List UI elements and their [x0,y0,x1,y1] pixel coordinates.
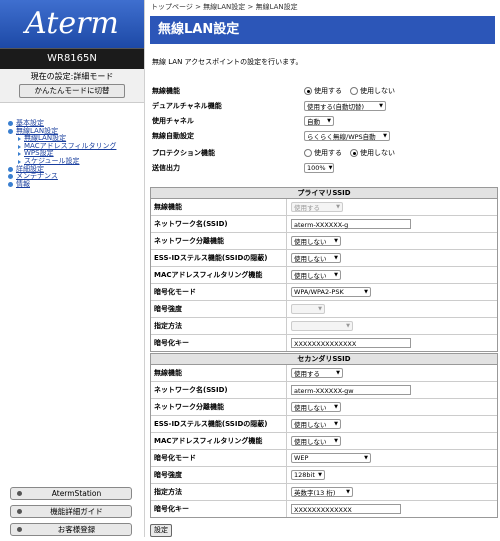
dual-channel-row: デュアルチャネル機能 使用する(自動切替) ▼ [152,99,497,113]
dropdown-arrow-icon: ▼ [334,438,338,444]
wireless-function-row: 無線機能 使用する 使用しない [152,87,395,95]
model-name: WR8165N [0,48,144,69]
channel-row: 使用チャネル 自動 ▼ [152,114,497,128]
primary-ssid-header: プライマリSSID [151,188,497,199]
circle-bullet-icon [8,128,13,134]
protection-row: プロテクション機能 使用する 使用しない [152,149,395,157]
dropdown-arrow-icon: ▼ [327,118,331,124]
dropdown-arrow-icon: ▼ [318,306,322,312]
primary-method-select[interactable]: ▼ [291,321,353,331]
mode-box: 現在の設定:詳細モード かんたんモードに切替 [0,69,144,103]
dropdown-arrow-icon: ▼ [336,370,340,376]
table-row: 無線機能 使用する ▼ [151,365,497,382]
breadcrumb: トップページ > 無線LAN設定 > 無線LAN設定 [151,3,298,11]
table-row: ネットワーク名(SSID) aterm-XXXXXX-gw [151,382,497,399]
secondary-stealth-select[interactable]: 使用しない ▼ [291,419,341,429]
page-title: 無線LAN設定 [150,16,495,44]
dropdown-arrow-icon: ▼ [379,103,383,109]
secondary-encryption-mode-select[interactable]: WEP ▼ [291,453,371,463]
primary-key-input[interactable]: XXXXXXXXXXXXXX [291,338,411,348]
sidebar-buttons: AtermStation 機能詳細ガイド お客様登録 [10,487,132,541]
dropdown-arrow-icon: ▼ [334,255,338,261]
dual-channel-select[interactable]: 使用する(自動切替) ▼ [304,101,386,111]
primary-separation-select[interactable]: 使用しない ▼ [291,236,341,246]
tx-power-row: 送信出力 100% ▼ [152,163,334,173]
circle-bullet-icon [8,174,13,180]
table-row: 暗号強度 ▼ [151,301,497,318]
table-row: 指定方法 英数字(13 桁) ▼ [151,484,497,501]
table-row: 暗号強度 128bit ▼ [151,467,497,484]
table-row: ESS-IDステルス機能(SSIDの隠蔽) 使用しない ▼ [151,250,497,267]
auto-setup-select[interactable]: らくらく無線/WPS自動 ▼ [304,131,390,141]
table-row: 無線機能 使用する ▼ [151,199,497,216]
triangle-bullet-icon [18,144,21,149]
triangle-bullet-icon [18,159,21,164]
dropdown-arrow-icon: ▼ [334,404,338,410]
triangle-bullet-icon [18,136,21,141]
dropdown-arrow-icon: ▼ [364,455,368,461]
table-row: ESS-IDステルス機能(SSIDの隠蔽) 使用しない ▼ [151,416,497,433]
dropdown-arrow-icon: ▼ [364,289,368,295]
dropdown-arrow-icon: ▼ [328,165,333,171]
table-row: 指定方法 ▼ [151,318,497,335]
protection-use-radio[interactable] [304,149,312,157]
secondary-ssid-table: セカンダリSSID 無線機能 使用する ▼ ネットワーク名(SSID) aterm-X… [150,353,498,518]
primary-ssid-input[interactable]: aterm-XXXXXX-g [291,219,411,229]
dropdown-arrow-icon: ▼ [346,323,350,329]
primary-encryption-mode-select[interactable]: WPA/WPA2-PSK ▼ [291,287,371,297]
primary-stealth-select[interactable]: 使用しない ▼ [291,253,341,263]
auto-setup-row: 無線自動設定 らくらく無線/WPS自動 ▼ [152,129,497,143]
secondary-separation-select[interactable]: 使用しない ▼ [291,402,341,412]
circle-bullet-icon [8,121,13,127]
secondary-encryption-strength-select[interactable]: 128bit ▼ [291,470,325,480]
dropdown-arrow-icon: ▼ [334,272,338,278]
table-row: ネットワーク名(SSID) aterm-XXXXXX-g [151,216,497,233]
primary-ssid-table: プライマリSSID 無線機能 使用する ▼ ネットワーク名(SSID) aterm-X… [150,187,498,352]
channel-select[interactable]: 自動 ▼ [304,116,334,126]
secondary-mac-filter-select[interactable]: 使用しない ▼ [291,436,341,446]
feature-guide-button[interactable]: 機能詳細ガイド [10,505,132,518]
table-row: MACアドレスフィルタリング機能 使用しない ▼ [151,433,497,450]
circle-bullet-icon [8,166,13,172]
dropdown-arrow-icon: ▼ [318,472,322,478]
table-row: 暗号化モード WPA/WPA2-PSK ▼ [151,284,497,301]
wireless-nouse-radio[interactable] [350,87,358,95]
table-row: 暗号化キー XXXXXXXXXXXXXX [151,335,497,351]
triangle-bullet-icon [18,152,21,157]
protection-nouse-radio[interactable] [350,149,358,157]
table-row: ネットワーク分離機能 使用しない ▼ [151,399,497,416]
secondary-method-select[interactable]: 英数字(13 桁) ▼ [291,487,353,497]
submit-button[interactable]: 設定 [150,524,172,537]
table-row: 暗号化キー XXXXXXXXXXXXX [151,501,497,517]
primary-wireless-select[interactable]: 使用する ▼ [291,202,343,212]
aterm-logo: Aterm [0,0,144,48]
secondary-key-input[interactable]: XXXXXXXXXXXXX [291,504,401,514]
customer-registration-button[interactable]: お客様登録 [10,523,132,536]
dropdown-arrow-icon: ▼ [336,204,340,210]
page-description: 無線 LAN アクセスポイントの設定を行います。 [152,58,303,66]
dropdown-arrow-icon: ▼ [383,133,387,139]
main-content: トップページ > 無線LAN設定 > 無線LAN設定 [149,0,500,14]
tx-power-select[interactable]: 100% ▼ [304,163,334,173]
dropdown-arrow-icon: ▼ [334,238,338,244]
sidebar-nav: 基本設定 無線LAN設定 無線LAN設定 MACアドレスフィルタリング WPS設… [8,119,116,189]
dropdown-arrow-icon: ▼ [346,489,350,495]
table-row: MACアドレスフィルタリング機能 使用しない ▼ [151,267,497,284]
secondary-ssid-input[interactable]: aterm-XXXXXX-gw [291,385,411,395]
circle-bullet-icon [8,182,13,188]
atermstation-button[interactable]: AtermStation [10,487,132,500]
current-mode-text: 現在の設定:詳細モード [30,72,114,81]
dropdown-arrow-icon: ▼ [334,421,338,427]
secondary-wireless-select[interactable]: 使用する ▼ [291,368,343,378]
nav-item-info[interactable]: 情報 [8,180,116,189]
wireless-use-radio[interactable] [304,87,312,95]
table-row: 暗号化モード WEP ▼ [151,450,497,467]
secondary-ssid-header: セカンダリSSID [151,354,497,365]
primary-mac-filter-select[interactable]: 使用しない ▼ [291,270,341,280]
switch-easy-mode-button[interactable]: かんたんモードに切替 [19,84,125,98]
primary-encryption-strength-select[interactable]: ▼ [291,304,325,314]
table-row: ネットワーク分離機能 使用しない ▼ [151,233,497,250]
sidebar: Aterm WR8165N 現在の設定:詳細モード かんたんモードに切替 基本設… [0,0,145,537]
